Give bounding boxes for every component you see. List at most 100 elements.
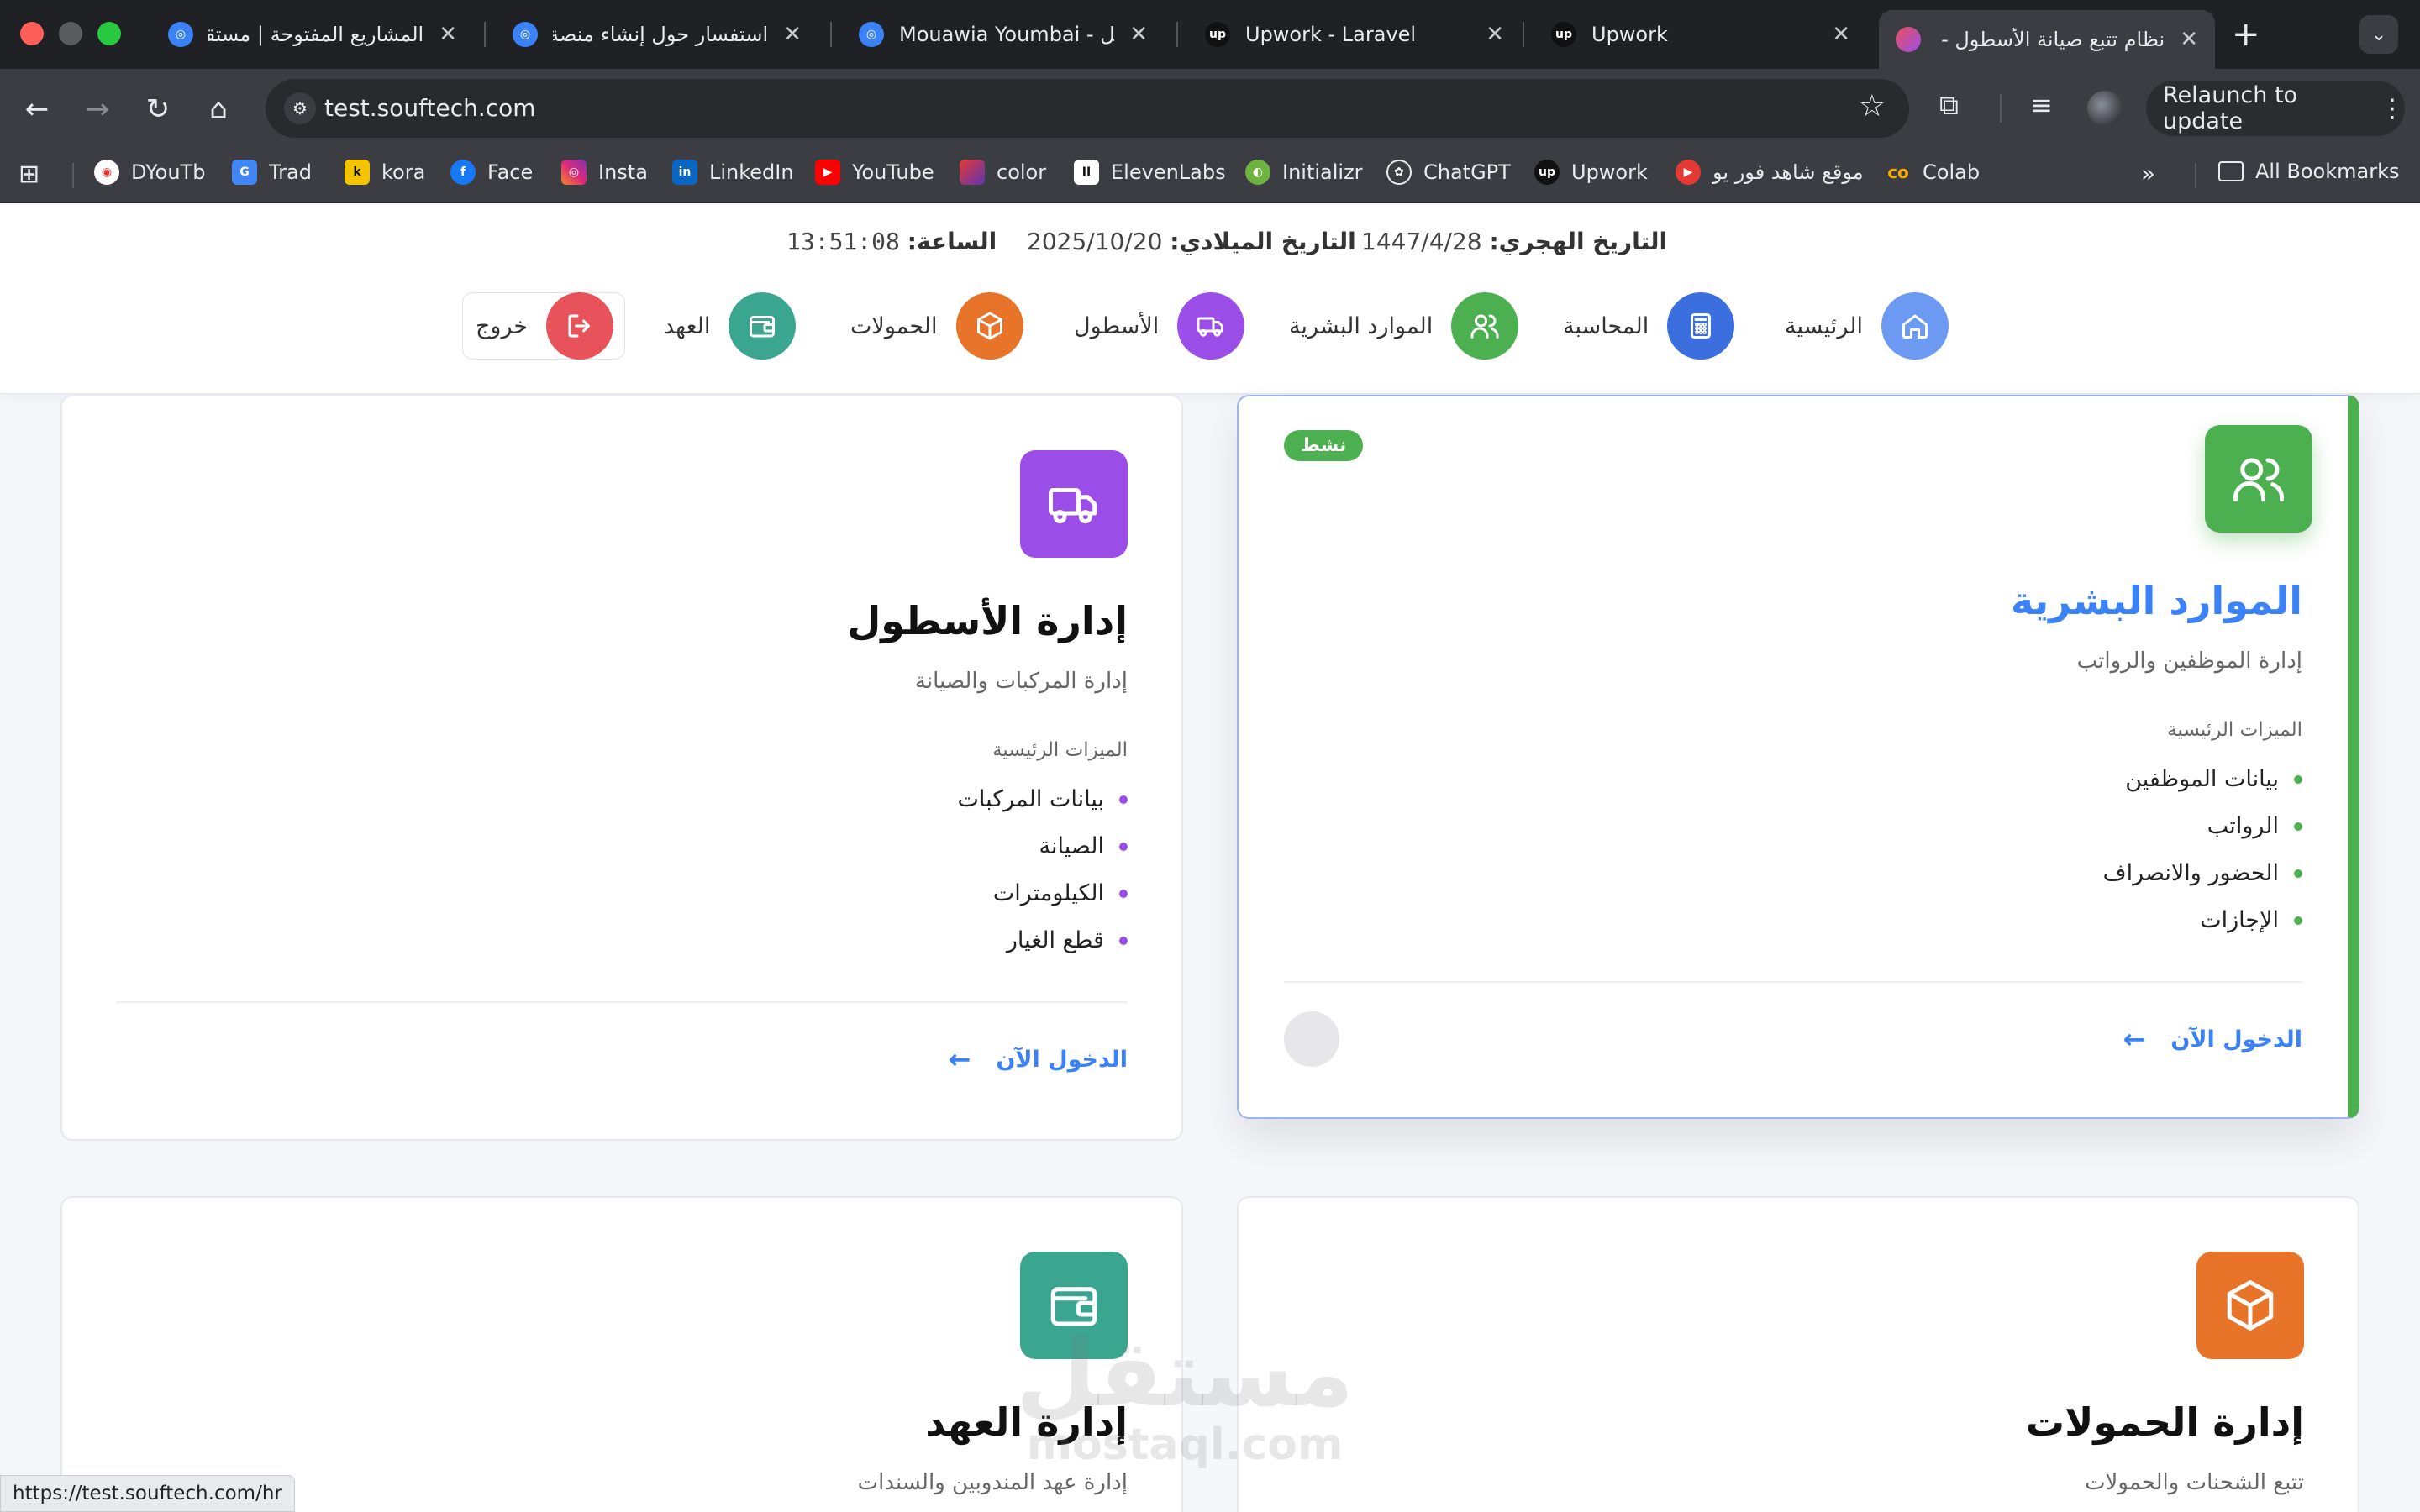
bookmark-item[interactable]: f Face xyxy=(450,160,533,185)
bookmark-item[interactable]: ◉ DYouTb xyxy=(94,160,205,185)
tab-favicon-icon: ◎ xyxy=(168,22,193,47)
tab-title: المشاريع المفتوحة | مستقل xyxy=(208,23,424,46)
nav-item-accounting[interactable]: المحاسبة xyxy=(1563,291,1735,360)
tab-title: استفسار حول إنشاء منصة لمـ xyxy=(553,23,769,46)
bookmark-item[interactable]: ◎ Insta xyxy=(561,160,648,185)
browser-toolbar: ← → ↻ ⌂ ⚙ test.souftech.com ☆ ⧉ ≡ Relaun… xyxy=(0,69,2420,148)
feature-item: الإجازات xyxy=(2200,907,2302,933)
close-tab-icon[interactable]: ✕ xyxy=(1832,22,1850,47)
card-subtitle: إدارة المركبات والصيانة xyxy=(914,669,1128,694)
browser-tab[interactable]: up Upwork ✕ xyxy=(1534,10,1867,59)
status-badge: نشط xyxy=(1284,430,1364,461)
bookmark-item[interactable]: color xyxy=(960,160,1046,185)
bookmarks-separator xyxy=(2195,163,2196,188)
minimize-window-button[interactable] xyxy=(59,22,82,45)
gregorian-date: التاريخ الميلادي: 2025/10/20 xyxy=(1027,228,1356,255)
loads-module-card[interactable]: إدارة الحمولات تتبع الشحنات والحمولات xyxy=(1237,1196,2360,1512)
extensions-puzzle-icon[interactable]: ⧉ xyxy=(1939,89,1959,122)
bookmark-label: Insta xyxy=(598,160,648,184)
upwork-favicon-icon: up xyxy=(1551,22,1576,47)
relaunch-to-update-button[interactable]: Relaunch to update ⋮ xyxy=(2146,81,2405,136)
nav-item-label: العهد xyxy=(664,312,711,339)
enter-now-link[interactable]: الدخول الآن ← xyxy=(2123,1023,2302,1055)
fleet-module-card[interactable]: إدارة الأسطول إدارة المركبات والصيانة ال… xyxy=(60,395,1183,1141)
card-divider xyxy=(1284,981,2302,983)
close-window-button[interactable] xyxy=(20,22,44,45)
url-text[interactable]: test.souftech.com xyxy=(324,94,536,122)
site-settings-icon[interactable]: ⚙ xyxy=(284,92,316,124)
box-icon xyxy=(2196,1252,2304,1359)
browser-tab[interactable]: up Upwork - Laravel ✕ xyxy=(1188,10,1521,59)
nav-item-logout[interactable]: خروج xyxy=(476,291,614,360)
nav-item-fleet[interactable]: الأسطول xyxy=(1074,291,1245,360)
bookmark-label: Trad xyxy=(269,160,312,184)
all-bookmarks-label: All Bookmarks xyxy=(2255,160,2400,183)
close-tab-icon[interactable]: ✕ xyxy=(1486,22,1504,47)
more-bookmarks-chevron-icon[interactable]: » xyxy=(2141,160,2155,187)
bookmark-item[interactable]: k kora xyxy=(345,160,425,185)
browser-tab[interactable]: ◎ المشاريع المفتوحة | مستقل ✕ xyxy=(151,10,474,59)
bullet-dot xyxy=(1119,842,1128,851)
all-bookmarks-button[interactable]: All Bookmarks xyxy=(2218,160,2399,183)
close-tab-icon[interactable]: ✕ xyxy=(783,22,802,47)
bookmark-item[interactable]: II ElevenLabs xyxy=(1074,160,1226,185)
bookmark-item[interactable]: co Colab xyxy=(1886,160,1980,185)
bookmark-item[interactable]: ✿ ChatGPT xyxy=(1386,160,1511,185)
media-controls-icon[interactable]: ≡ xyxy=(2030,89,2053,121)
feature-label: الرواتب xyxy=(2207,813,2279,839)
watermark-latin: mostaql.com xyxy=(1026,1420,1344,1470)
maximize-window-button[interactable] xyxy=(97,22,121,45)
reload-icon[interactable]: ↻ xyxy=(141,92,175,126)
nav-item-hr[interactable]: الموارد البشرية xyxy=(1289,291,1519,360)
nav-item-custody[interactable]: العهد xyxy=(664,291,797,360)
tab-title: Mouawia Youmbai - مستقل xyxy=(899,23,1115,46)
bookmarks-bar: ⊞ ◉ DYouTb G Trad k kora f Face ◎ Insta in Lin… xyxy=(0,148,2420,203)
enter-now-label: الدخول الآن xyxy=(2170,1026,2302,1053)
tab-title: Upwork - Laravel xyxy=(1245,23,1417,46)
forward-arrow-icon[interactable]: → xyxy=(81,92,114,126)
home-icon[interactable]: ⌂ xyxy=(202,92,235,126)
enter-now-link[interactable]: الدخول الآن ← xyxy=(949,1043,1128,1075)
bookmark-item[interactable]: ▶ YouTube xyxy=(815,160,934,185)
bookmark-item[interactable]: up Upwork xyxy=(1534,160,1648,185)
nav-item-label: الرئيسية xyxy=(1785,312,1863,339)
nav-item-home[interactable]: الرئيسية xyxy=(1785,291,1949,360)
close-tab-icon[interactable]: ✕ xyxy=(1129,22,1148,47)
shahid-icon: ▶ xyxy=(1676,160,1701,185)
feature-item: بيانات الموظفين xyxy=(2125,766,2302,792)
bookmark-label: Upwork xyxy=(1571,160,1648,184)
feature-label: بيانات المركبات xyxy=(957,786,1104,812)
nav-item-loads[interactable]: الحمولات xyxy=(850,291,1023,360)
close-tab-icon[interactable]: ✕ xyxy=(2180,27,2198,52)
tab-search-chevron-icon[interactable]: ⌄ xyxy=(2360,15,2398,54)
feature-item: بيانات المركبات xyxy=(957,786,1128,812)
browser-tab[interactable]: ◎ استفسار حول إنشاء منصة لمـ ✕ xyxy=(496,10,818,59)
colab-icon: co xyxy=(1887,162,1909,182)
tab-favicon-icon: ◎ xyxy=(859,22,884,47)
address-bar[interactable]: ⚙ test.souftech.com ☆ xyxy=(266,79,1909,138)
hr-module-card[interactable]: نشط الموارد البشرية إدارة الموظفين والرو… xyxy=(1237,395,2360,1119)
features-heading: الميزات الرئيسية xyxy=(2167,719,2302,741)
card-subtitle: إدارة عهد المندوبين والسندات xyxy=(857,1470,1128,1495)
close-tab-icon[interactable]: ✕ xyxy=(439,22,457,47)
back-arrow-icon[interactable]: ← xyxy=(20,92,54,126)
watermark-arabic: مستقل xyxy=(1015,1320,1355,1427)
bookmark-item[interactable]: ▶ موقع شاهد فور يو xyxy=(1676,160,1864,185)
bookmark-item[interactable]: in LinkedIn xyxy=(672,160,794,185)
nav-item-label: الأسطول xyxy=(1074,312,1160,339)
bookmark-item[interactable]: G Trad xyxy=(232,160,312,185)
profile-avatar[interactable] xyxy=(2087,91,2123,126)
bookmark-label: ChatGPT xyxy=(1423,160,1511,184)
bookmark-star-icon[interactable]: ☆ xyxy=(1859,89,1886,123)
toolbar-separator xyxy=(2000,94,2002,123)
apps-grid-icon[interactable]: ⊞ xyxy=(18,160,39,189)
bookmark-label: موقع شاهد فور يو xyxy=(1712,160,1864,184)
browser-tab-active[interactable]: نظام تتبع صيانة الأسطول - ت ✕ xyxy=(1879,10,2215,69)
kora-icon: k xyxy=(345,160,370,185)
browser-tab[interactable]: ◎ Mouawia Youmbai - مستقل ✕ xyxy=(842,10,1165,59)
bullet-dot xyxy=(1119,889,1128,898)
bookmark-item[interactable]: ◐ Initializr xyxy=(1245,160,1363,185)
feature-label: بيانات الموظفين xyxy=(2125,766,2279,792)
new-tab-button[interactable]: + xyxy=(2232,15,2260,54)
tab-separator xyxy=(484,22,486,47)
